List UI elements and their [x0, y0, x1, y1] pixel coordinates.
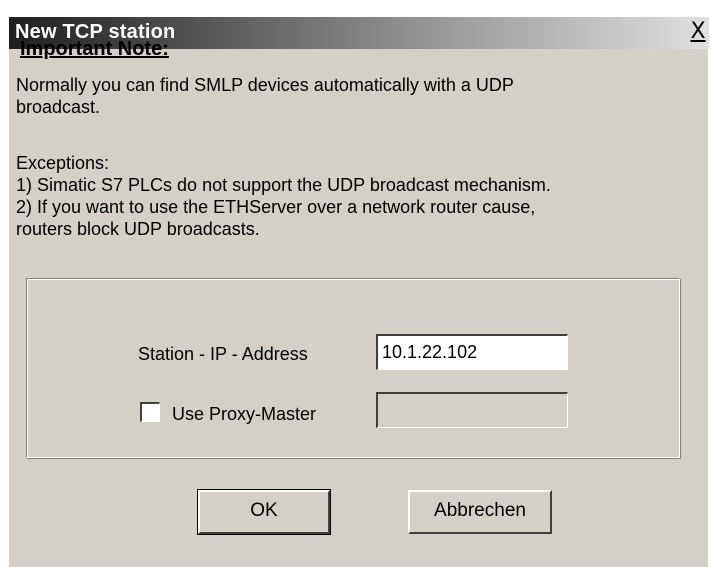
proxy-master-input — [376, 392, 568, 428]
ip-address-input[interactable] — [376, 334, 568, 370]
important-note-heading: Important Note: — [20, 38, 169, 60]
cancel-button[interactable]: Abbrechen — [408, 490, 552, 534]
ok-button[interactable]: OK — [197, 489, 331, 535]
settings-group-box — [26, 278, 680, 458]
use-proxy-master-label[interactable]: Use Proxy-Master — [172, 404, 316, 425]
note-paragraph-exceptions: Exceptions: 1) Simatic S7 PLCs do not su… — [16, 153, 551, 239]
note-paragraph-1: Normally you can find SMLP devices autom… — [16, 75, 514, 117]
close-icon: X — [690, 19, 706, 44]
close-button[interactable]: X — [687, 19, 709, 45]
use-proxy-master-checkbox[interactable] — [140, 402, 160, 422]
ip-address-label: Station - IP - Address — [138, 344, 308, 364]
